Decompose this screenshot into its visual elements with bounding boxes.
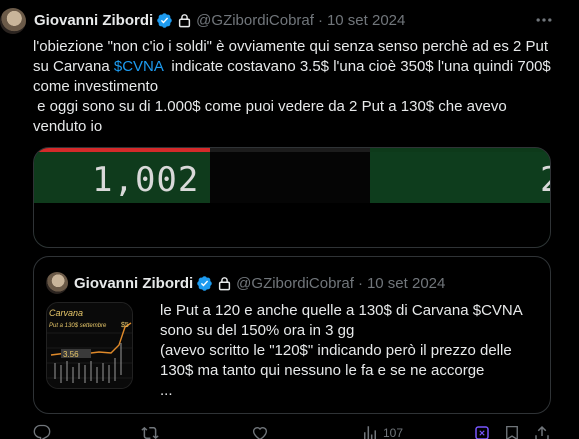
quote-date: 10 set 2024 — [366, 274, 446, 292]
tweet-header: Giovanni Zibordi @GZibordiCobraf · 10 se… — [34, 12, 405, 29]
verified-badge-icon — [197, 275, 212, 291]
reply-icon — [33, 424, 51, 439]
tweet-date[interactable]: 10 set 2024 — [327, 12, 405, 29]
bookmark-icon — [506, 425, 518, 439]
grok-button[interactable] — [473, 424, 491, 439]
grok-icon — [475, 426, 489, 439]
tweet-text: l'obiezione "non c'io i soldi" è ovviame… — [33, 37, 563, 137]
quote-text: le Put a 120 e anche quelle a 130$ di Ca… — [160, 302, 522, 399]
avatar[interactable] — [0, 8, 26, 34]
quote-thumbnail-chart: 3.56 Carvana Put a 130$ settembre $5 — [47, 303, 132, 388]
thumb-subtitle: Put a 130$ settembre — [49, 323, 107, 329]
thumb-value-2: $5 — [121, 322, 129, 329]
author-handle[interactable]: @GZibordiCobraf — [196, 12, 314, 29]
lock-icon — [179, 14, 191, 28]
quote-author-handle: @GZibordiCobraf — [236, 274, 354, 292]
verified-badge-icon — [157, 13, 172, 28]
quote-thumbnail[interactable]: 3.56 Carvana Put a 130$ settembre $5 — [46, 302, 133, 389]
retweet-button[interactable] — [141, 424, 159, 439]
reply-button[interactable] — [33, 424, 51, 439]
cashtag-link[interactable]: $CVNA — [114, 58, 163, 75]
author-name[interactable]: Giovanni Zibordi — [34, 12, 153, 29]
thumb-value-1: 3.56 — [63, 350, 79, 359]
more-icon[interactable] — [534, 10, 554, 30]
media-cell-right: 2 — [370, 152, 550, 203]
views-button[interactable]: 107 — [361, 424, 403, 439]
media-cell-middle — [210, 152, 370, 203]
like-icon — [252, 427, 268, 439]
separator: · — [357, 274, 363, 292]
thumb-title: Carvana — [49, 308, 83, 318]
retweet-icon — [141, 426, 159, 439]
like-button[interactable] — [251, 424, 269, 439]
quote-header: Giovanni Zibordi @GZibordiCobraf · 10 se… — [46, 272, 445, 294]
quoted-tweet[interactable]: Giovanni Zibordi @GZibordiCobraf · 10 se… — [33, 256, 551, 414]
action-bar: 107 — [33, 424, 553, 439]
quote-author-name: Giovanni Zibordi — [74, 274, 194, 292]
views-icon — [364, 426, 376, 439]
media-cell-left: 1,002 — [34, 152, 210, 203]
share-icon — [535, 425, 549, 439]
lock-icon — [219, 276, 231, 290]
media-value-left: 1,002 — [92, 160, 200, 200]
bookmark-button[interactable] — [503, 424, 521, 439]
tweet-media[interactable]: 1,002 2 — [33, 147, 551, 248]
share-button[interactable] — [533, 424, 551, 439]
quote-avatar — [46, 272, 68, 294]
views-count: 107 — [383, 426, 404, 439]
separator: · — [317, 12, 323, 29]
media-lower-area — [34, 203, 550, 247]
media-value-right: 2 — [540, 160, 550, 200]
